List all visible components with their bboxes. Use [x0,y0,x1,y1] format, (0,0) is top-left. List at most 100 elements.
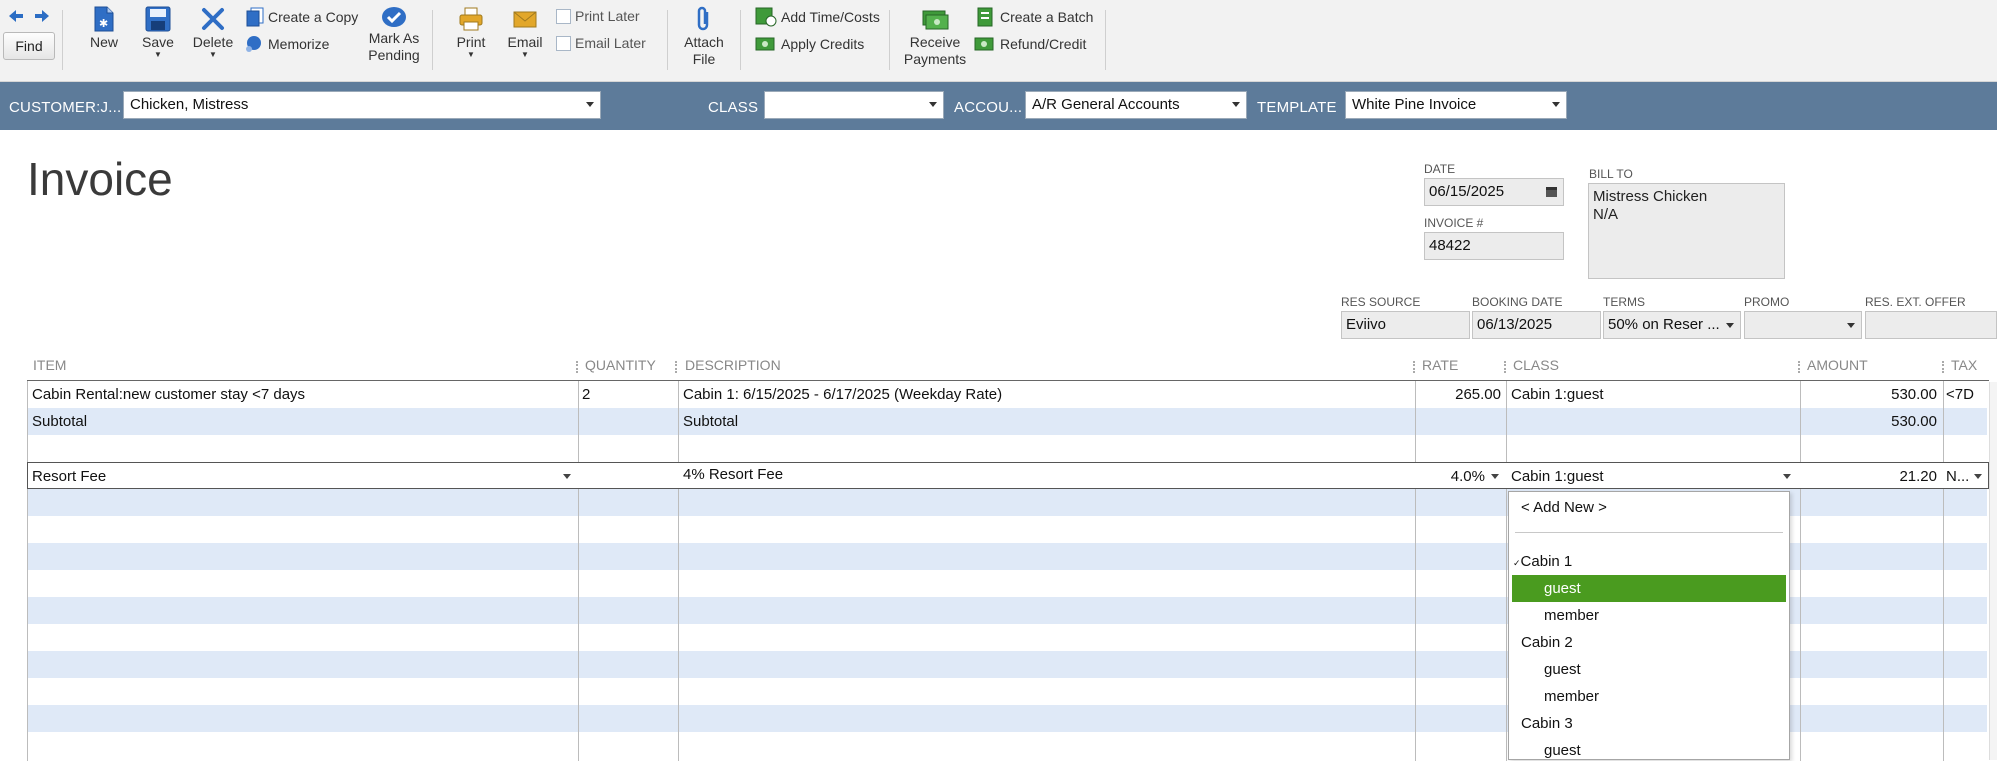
row2-description[interactable]: Subtotal [683,408,1408,435]
row4-item[interactable]: Resort Fee [32,463,552,490]
col-header-tax[interactable]: TAX [1951,357,1977,379]
row4-class[interactable]: Cabin 1:guest [1511,463,1771,490]
delete-x-icon [202,8,224,30]
bill-to-field[interactable]: Mistress Chicken N/A [1588,183,1785,279]
email-label: Email [507,34,543,50]
add-time-costs-button[interactable]: Add Time/Costs [755,6,880,28]
print-button[interactable]: Print ▼ [451,6,491,59]
print-dropdown-icon[interactable]: ▼ [451,51,491,59]
create-batch-label: Create a Batch [1000,9,1094,25]
row2-item[interactable]: Subtotal [32,408,572,435]
class-chevron-down-icon[interactable] [1783,474,1791,479]
dropdown-item-cabin-1-member[interactable]: member [1509,602,1789,629]
receive-payments-button[interactable]: Receive Payments [900,6,970,68]
print-label: Print [456,34,486,50]
invoice-number-field[interactable]: 48422 [1424,232,1564,260]
email-later-label: Email Later [575,35,646,51]
dropdown-item-cabin-2-guest[interactable]: guest [1509,656,1789,683]
forward-arrow-icon[interactable] [34,9,50,23]
apply-credits-button[interactable]: Apply Credits [755,33,864,55]
email-later-check-box[interactable] [556,35,571,51]
col-header-description[interactable]: DESCRIPTION [685,357,781,379]
memorize-button[interactable]: Memorize [244,33,329,55]
calendar-icon[interactable] [1546,187,1557,197]
delete-label: Delete [192,34,234,50]
receive-payments-label-2: Payments [903,51,967,67]
chevron-down-icon[interactable] [1552,102,1560,107]
col-header-item[interactable]: ITEM [33,357,66,379]
terms-value: 50% on Reser ... [1608,316,1720,333]
print-later-checkbox[interactable]: Print Later [556,5,640,27]
rate-chevron-down-icon[interactable] [1491,474,1499,479]
row2-amount[interactable]: 530.00 [1803,408,1937,435]
row1-class[interactable]: Cabin 1:guest [1511,381,1796,408]
header-band: CUSTOMER:J... Chicken, Mistress CLASS AC… [0,82,1997,130]
copy-icon [246,7,264,27]
row4-description[interactable]: 4% Resort Fee [683,461,1408,488]
save-button[interactable]: Save ▼ [138,6,178,59]
email-button[interactable]: Email ▼ [505,6,545,59]
mark-as-pending-label-2: Pending [368,47,420,63]
class-combo[interactable] [764,91,944,119]
col-header-quantity[interactable]: QUANTITY [585,357,656,379]
booking-date-field[interactable]: 06/13/2025 [1472,311,1601,339]
chevron-down-icon[interactable] [929,102,937,107]
dropdown-item-cabin-3-guest[interactable]: guest [1509,737,1789,759]
chevron-down-icon[interactable] [586,102,594,107]
template-label: TEMPLATE [1257,99,1337,116]
template-combo[interactable]: White Pine Invoice [1345,91,1567,119]
new-button[interactable]: ✱ New [84,6,124,51]
res-ext-offer-field[interactable] [1865,311,1997,339]
tax-chevron-down-icon[interactable] [1974,474,1982,479]
dropdown-item-cabin-2[interactable]: Cabin 2 [1509,629,1789,656]
promo-field[interactable] [1744,311,1862,339]
mark-pending-icon [382,7,406,27]
print-later-check-box[interactable] [556,8,571,24]
create-copy-button[interactable]: Create a Copy [246,6,358,28]
customer-combo[interactable]: Chicken, Mistress [123,91,601,119]
dropdown-add-new[interactable]: < Add New > [1509,494,1789,521]
row1-rate[interactable]: 265.00 [1417,381,1501,408]
item-chevron-down-icon[interactable] [563,474,571,479]
memorize-label: Memorize [268,36,330,52]
attach-file-button[interactable]: Attach File [682,6,726,68]
row1-item[interactable]: Cabin Rental:new customer stay <7 days [32,381,572,408]
col-header-amount[interactable]: AMOUNT [1807,357,1868,379]
email-dropdown-icon[interactable]: ▼ [505,51,545,59]
delete-button[interactable]: Delete ▼ [191,6,235,59]
account-combo[interactable]: A/R General Accounts [1025,91,1247,119]
refund-credit-button[interactable]: Refund/Credit [974,33,1086,55]
dropdown-item-cabin-1[interactable]: ✓Cabin 1 [1509,548,1789,575]
row1-description[interactable]: Cabin 1: 6/15/2025 - 6/17/2025 (Weekday … [683,381,1408,408]
new-label: New [89,34,118,50]
refund-credit-icon [974,37,994,51]
dropdown-item-cabin-1-guest[interactable]: guest [1512,575,1786,602]
row1-quantity[interactable]: 2 [582,381,672,408]
mark-as-pending-button[interactable]: Mark As Pending [364,6,424,64]
terms-field[interactable]: 50% on Reser ... [1603,311,1741,339]
new-document-icon: ✱ [94,6,114,32]
row4-rate[interactable]: 4.0% [1417,463,1485,490]
col-header-rate[interactable]: RATE [1422,357,1458,379]
chevron-down-icon[interactable] [1232,102,1240,107]
terms-label: TERMS [1603,295,1645,309]
res-source-field[interactable]: Eviivo [1341,311,1470,339]
row1-amount[interactable]: 530.00 [1803,381,1937,408]
delete-dropdown-icon[interactable]: ▼ [191,51,235,59]
dropdown-item-cabin-3[interactable]: Cabin 3 [1509,710,1789,737]
back-arrow-icon[interactable] [8,9,24,23]
date-field[interactable]: 06/15/2025 [1424,178,1564,206]
row4-tax[interactable]: N... [1946,463,1976,490]
class-dropdown-list: < Add New > ✓Cabin 1 guest member Cabin … [1508,491,1790,760]
col-header-class[interactable]: CLASS [1513,357,1559,379]
dropdown-item-cabin-2-member[interactable]: member [1509,683,1789,710]
row1-tax[interactable]: <7D [1946,381,1986,408]
row4-amount[interactable]: 21.20 [1803,463,1937,490]
create-batch-button[interactable]: Create a Batch [976,6,1093,28]
chevron-down-icon[interactable] [1847,323,1855,328]
chevron-down-icon[interactable] [1726,323,1734,328]
find-button[interactable]: Find [3,32,55,60]
save-dropdown-icon[interactable]: ▼ [138,51,178,59]
email-later-checkbox[interactable]: Email Later [556,32,646,54]
grid-scrollbar[interactable] [1989,382,1997,760]
